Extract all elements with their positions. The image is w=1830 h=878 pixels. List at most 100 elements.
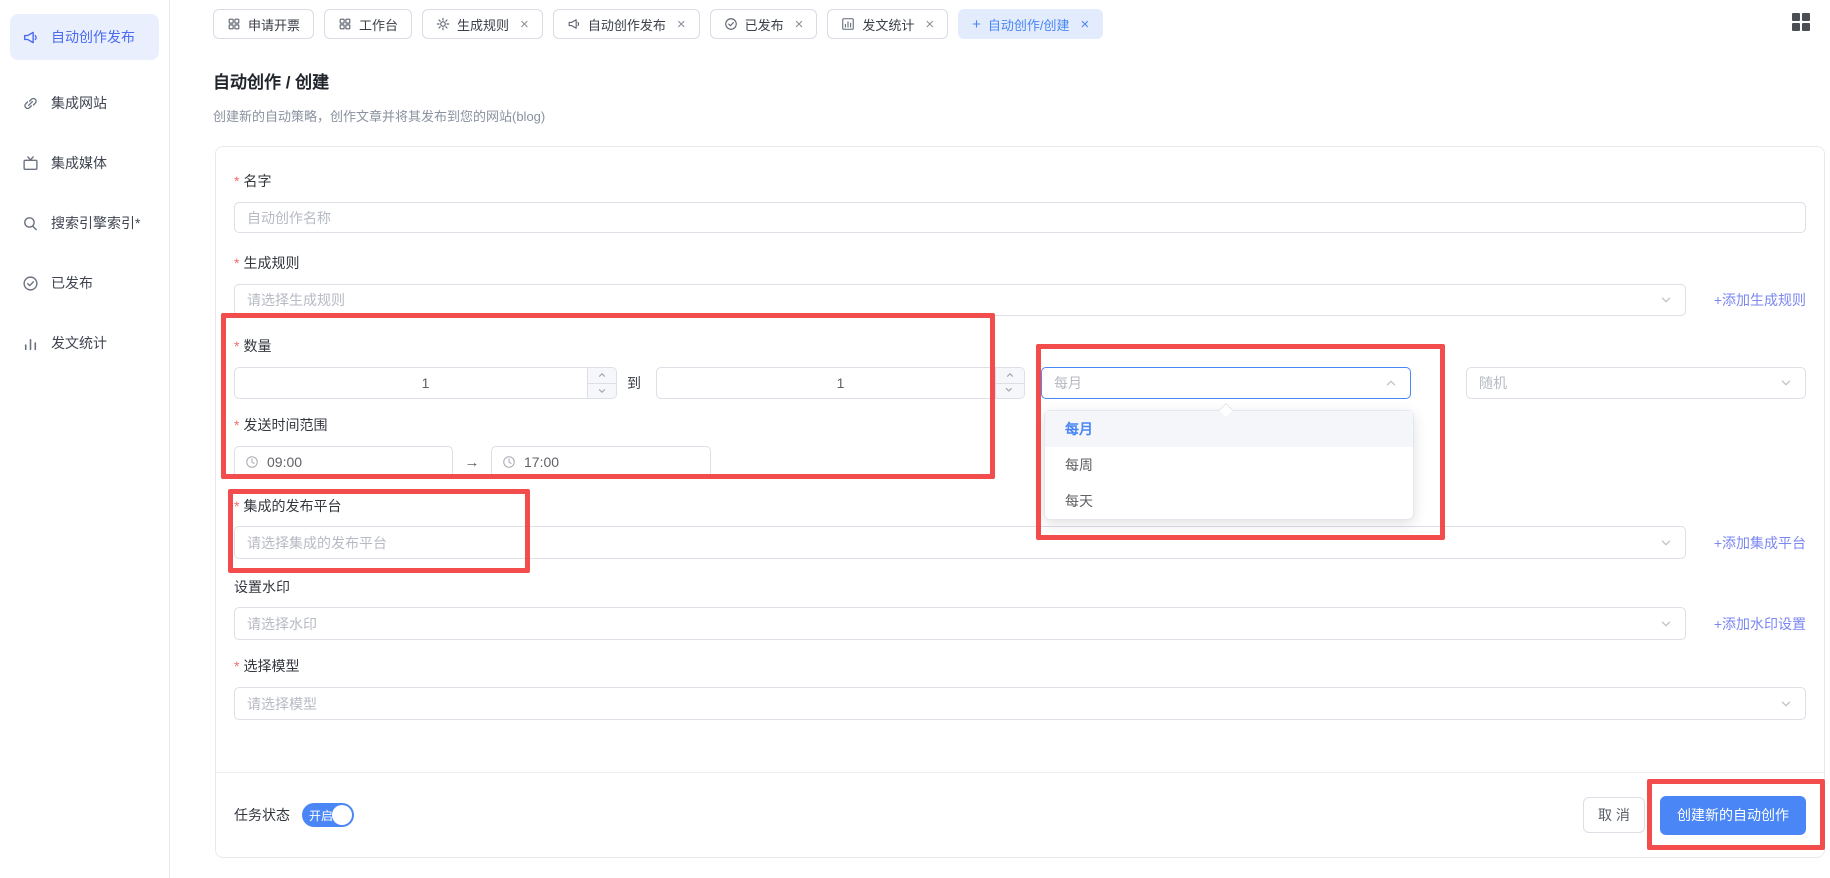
stepper-up-button[interactable] <box>996 368 1024 384</box>
dropdown-option-weekly[interactable]: 每周 <box>1045 447 1413 483</box>
chevron-down-icon <box>1659 293 1673 307</box>
sidebar-item-published[interactable]: 已发布 <box>10 260 159 306</box>
sidebar-item-integrated-sites[interactable]: 集成网站 <box>10 80 159 126</box>
chevron-down-icon <box>1659 617 1673 631</box>
required-asterisk: * <box>234 417 239 433</box>
stepper-down-button[interactable] <box>588 384 616 399</box>
tv-icon <box>22 155 39 172</box>
close-icon[interactable]: × <box>677 17 686 32</box>
watermark-select[interactable]: 请选择水印 <box>234 607 1686 640</box>
sidebar: 自动创作发布 集成网站 集成媒体 搜索引擎索引* 已发布 发文统计 <box>0 0 170 878</box>
toggle-knob <box>332 805 352 825</box>
add-platform-link[interactable]: +添加集成平台 <box>1699 533 1806 553</box>
tab-label: 生成规则 <box>457 15 509 34</box>
grid-icon <box>338 17 352 31</box>
sidebar-item-post-stats[interactable]: 发文统计 <box>10 320 159 366</box>
name-placeholder: 自动创作名称 <box>247 208 331 228</box>
tab-bar: 申请开票 工作台 生成规则 × 自动创作发布 × 已发布 × 发文统计 × + … <box>171 0 1830 47</box>
close-icon[interactable]: × <box>925 17 934 32</box>
sidebar-item-label: 已发布 <box>51 273 93 293</box>
clock-icon <box>245 455 259 469</box>
close-icon[interactable]: × <box>1081 17 1090 32</box>
name-input[interactable]: 自动创作名称 <box>234 202 1806 233</box>
required-asterisk: * <box>234 173 239 189</box>
search-icon <box>22 215 39 232</box>
tab-apply-invoice[interactable]: 申请开票 <box>213 9 314 39</box>
chevron-up-icon <box>1384 376 1398 390</box>
required-asterisk: * <box>234 498 239 514</box>
megaphone-icon <box>22 29 39 46</box>
toggle-on-label: 开启 <box>309 807 333 824</box>
plus-icon: + <box>972 17 981 32</box>
stepper-down-button[interactable] <box>996 384 1024 399</box>
check-circle-icon <box>22 275 39 292</box>
task-status-toggle[interactable]: 开启 <box>302 803 354 827</box>
platform-select[interactable]: 请选择集成的发布平台 <box>234 526 1686 559</box>
rule-select[interactable]: 请选择生成规则 <box>234 284 1686 316</box>
end-time-input[interactable]: 17:00 <box>491 446 711 478</box>
dropdown-option-daily[interactable]: 每天 <box>1045 483 1413 519</box>
form-footer: 任务状态 开启 取 消 创建新的自动创作 <box>216 772 1824 857</box>
quantity-to-stepper[interactable]: 1 <box>656 367 1025 399</box>
layout-grid-icon[interactable] <box>1792 13 1810 31</box>
add-watermark-link[interactable]: +添加水印设置 <box>1699 614 1806 634</box>
tab-auto-create-new[interactable]: + 自动创作/创建 × <box>958 9 1103 39</box>
task-status-label: 任务状态 <box>234 805 290 825</box>
time-range-label: * 发送时间范围 <box>234 417 1806 433</box>
gear-icon <box>436 17 450 31</box>
close-icon[interactable]: × <box>520 17 529 32</box>
required-asterisk: * <box>234 255 239 271</box>
tab-label: 已发布 <box>745 15 784 34</box>
create-auto-creation-button[interactable]: 创建新的自动创作 <box>1660 796 1806 835</box>
cancel-button[interactable]: 取 消 <box>1583 797 1645 833</box>
check-circle-icon <box>724 17 738 31</box>
page-head: 自动创作 / 创建 创建新的自动策略，创作文章并将其发布到您的网站(blog) <box>213 68 545 125</box>
schedule-dropdown-panel: 每月 每周 每天 <box>1044 410 1414 520</box>
model-label: * 选择模型 <box>234 658 1806 674</box>
required-asterisk: * <box>234 658 239 674</box>
tab-post-stats[interactable]: 发文统计 × <box>827 9 948 39</box>
schedule-select[interactable]: 每月 <box>1041 367 1411 399</box>
stepper-controls <box>995 368 1024 398</box>
watermark-label: 设置水印 <box>234 579 1806 595</box>
random-mode-select[interactable]: 随机 <box>1466 367 1806 399</box>
stepper-up-button[interactable] <box>588 368 616 384</box>
chevron-down-icon <box>1779 376 1793 390</box>
name-label: * 名字 <box>234 173 1806 189</box>
required-asterisk: * <box>234 338 239 354</box>
add-rule-link[interactable]: +添加生成规则 <box>1699 290 1806 310</box>
quantity-label: * 数量 <box>234 338 1806 354</box>
sidebar-item-label: 搜索引擎索引* <box>51 213 140 233</box>
page-subtitle: 创建新的自动策略，创作文章并将其发布到您的网站(blog) <box>213 106 545 125</box>
chevron-down-icon <box>1659 536 1673 550</box>
page-title: 自动创作 / 创建 <box>213 68 545 93</box>
quantity-from-stepper[interactable]: 1 <box>234 367 617 399</box>
sidebar-item-label: 集成媒体 <box>51 153 107 173</box>
clock-icon <box>502 455 516 469</box>
quantity-joiner-text: 到 <box>627 373 641 393</box>
sidebar-item-search-index[interactable]: 搜索引擎索引* <box>10 200 159 246</box>
sidebar-item-integrated-media[interactable]: 集成媒体 <box>10 140 159 186</box>
dropdown-option-monthly[interactable]: 每月 <box>1045 411 1413 447</box>
bar-chart-boxed-icon <box>841 17 855 31</box>
tab-label: 发文统计 <box>862 15 914 34</box>
model-select[interactable]: 请选择模型 <box>234 687 1806 720</box>
sidebar-item-auto-create-publish[interactable]: 自动创作发布 <box>10 14 159 60</box>
start-time-input[interactable]: 09:00 <box>234 446 453 478</box>
tab-generation-rules[interactable]: 生成规则 × <box>422 9 543 39</box>
sidebar-item-label: 自动创作发布 <box>51 27 135 47</box>
link-icon <box>22 95 39 112</box>
tab-auto-create-publish[interactable]: 自动创作发布 × <box>553 9 700 39</box>
rule-label: * 生成规则 <box>234 255 1806 271</box>
bar-chart-icon <box>22 335 39 352</box>
arrow-right-icon: → <box>459 454 485 471</box>
tab-published[interactable]: 已发布 × <box>710 9 818 39</box>
close-icon[interactable]: × <box>795 17 804 32</box>
tab-label: 申请开票 <box>248 15 300 34</box>
platform-label: * 集成的发布平台 <box>234 498 1806 514</box>
sidebar-item-label: 发文统计 <box>51 333 107 353</box>
create-form-card: * 名字 自动创作名称 * 生成规则 请选择生成规则 +添加生成规则 * 数量 … <box>215 146 1825 858</box>
megaphone-icon <box>567 17 581 31</box>
tab-workbench[interactable]: 工作台 <box>324 9 412 39</box>
sidebar-item-label: 集成网站 <box>51 93 107 113</box>
